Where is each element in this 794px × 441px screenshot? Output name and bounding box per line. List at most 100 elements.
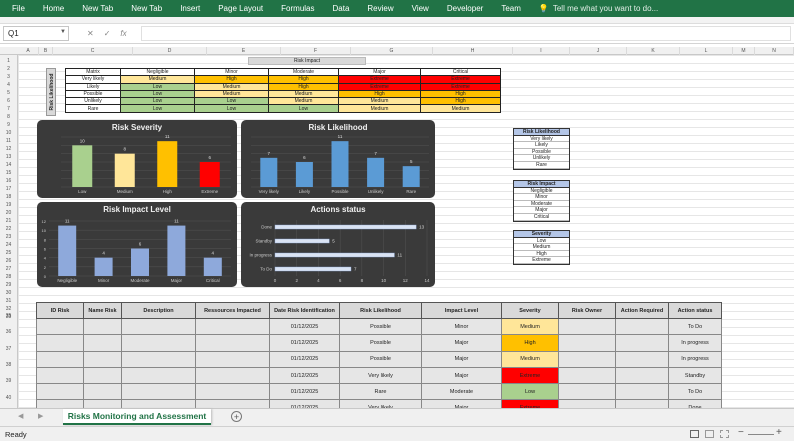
bar[interactable]: [199, 162, 220, 187]
table-cell[interactable]: [558, 317, 616, 336]
page-break-icon[interactable]: [720, 430, 729, 438]
table-cell[interactable]: [36, 350, 84, 368]
normal-view-icon[interactable]: [690, 430, 699, 438]
row-header[interactable]: 13: [0, 154, 17, 160]
table-header-cell[interactable]: Severity: [501, 302, 559, 319]
table-cell[interactable]: Extreme: [501, 366, 559, 385]
bar[interactable]: [274, 238, 330, 244]
matrix-cell[interactable]: Medium: [338, 104, 421, 113]
matrix-header-cell[interactable]: Matrix: [65, 67, 121, 77]
matrix-cell[interactable]: Low: [194, 104, 269, 113]
table-cell[interactable]: [83, 334, 122, 352]
row-header[interactable]: 16: [0, 178, 17, 184]
matrix-cell[interactable]: Extreme: [420, 82, 501, 91]
row-header[interactable]: 28: [0, 274, 17, 280]
row-header[interactable]: 14: [0, 162, 17, 168]
table-cell[interactable]: [121, 317, 196, 336]
bar[interactable]: [331, 141, 349, 187]
zoom-slider[interactable]: [748, 434, 774, 435]
matrix-cell[interactable]: Extreme: [420, 75, 501, 84]
column-header[interactable]: E: [207, 47, 281, 55]
list-item[interactable]: Low: [514, 238, 569, 245]
bar[interactable]: [157, 141, 178, 187]
row-header[interactable]: 2: [0, 66, 17, 72]
column-header[interactable]: I: [513, 47, 570, 55]
table-cell[interactable]: [195, 350, 270, 368]
row-header[interactable]: 10: [0, 130, 17, 136]
matrix-cell[interactable]: Medium: [194, 89, 269, 99]
column-header[interactable]: G: [351, 47, 433, 55]
row-header[interactable]: 22: [0, 226, 17, 232]
table-cell[interactable]: [36, 334, 84, 352]
scroll-left-icon[interactable]: ◀: [18, 412, 23, 420]
row-header[interactable]: 4: [0, 82, 17, 88]
matrix-cell[interactable]: Medium: [268, 97, 339, 106]
table-cell[interactable]: High: [501, 334, 559, 352]
tab-data[interactable]: Data: [333, 4, 350, 13]
column-header[interactable]: F: [281, 47, 351, 55]
table-header-cell[interactable]: Date Risk Identification: [269, 302, 340, 319]
bar[interactable]: [94, 257, 113, 276]
matrix-cell[interactable]: High: [420, 97, 501, 106]
list-item[interactable]: Very likely: [514, 136, 569, 143]
table-header-cell[interactable]: Action Required: [615, 302, 669, 319]
chart-actions-status[interactable]: Actions status 0 2 4 6 8 10 12 14 13 Done 5 Standby 1…: [241, 202, 435, 287]
matrix-cell[interactable]: Low: [120, 104, 195, 113]
tab-file[interactable]: File: [12, 4, 25, 13]
table-cell[interactable]: [558, 383, 616, 401]
chart-risk-severity[interactable]: Risk Severity 10 Low 8 Medium 11 High 6 Extreme: [37, 120, 237, 198]
table-cell[interactable]: Minor: [421, 317, 502, 336]
row-header[interactable]: 37: [0, 346, 17, 352]
matrix-cell[interactable]: Low: [120, 97, 195, 106]
row-header[interactable]: 18: [0, 194, 17, 200]
matrix-header-cell[interactable]: Critical: [420, 67, 501, 77]
bar[interactable]: [58, 225, 77, 276]
row-header[interactable]: 6: [0, 98, 17, 104]
table-cell[interactable]: [615, 350, 669, 368]
function-icon[interactable]: fx: [120, 29, 126, 38]
matrix-cell[interactable]: Very likely: [65, 75, 121, 84]
list-item[interactable]: Possible: [514, 149, 569, 156]
matrix-cell[interactable]: High: [268, 75, 339, 84]
row-header[interactable]: 38: [0, 362, 17, 368]
tab-view[interactable]: View: [412, 4, 429, 13]
tab-home[interactable]: Home: [43, 4, 64, 13]
matrix-header-cell[interactable]: Major: [338, 67, 421, 77]
list-item[interactable]: Moderate: [514, 201, 569, 208]
table-cell[interactable]: [121, 366, 196, 385]
table-header-cell[interactable]: Description: [121, 302, 196, 319]
bar[interactable]: [260, 157, 278, 187]
tab-new-tab-1[interactable]: New Tab: [82, 4, 113, 13]
table-cell[interactable]: [558, 350, 616, 368]
table-cell[interactable]: To Do: [668, 383, 722, 401]
row-header[interactable]: 35: [0, 313, 17, 319]
column-header[interactable]: B: [39, 47, 53, 55]
table-cell[interactable]: [558, 334, 616, 352]
column-header[interactable]: N: [755, 47, 794, 55]
column-header[interactable]: C: [53, 47, 133, 55]
table-cell[interactable]: Possible: [339, 317, 422, 336]
matrix-cell[interactable]: High: [194, 75, 269, 84]
table-cell[interactable]: [83, 317, 122, 336]
zoom-in-icon[interactable]: +: [776, 427, 782, 438]
table-cell[interactable]: [615, 383, 669, 401]
matrix-cell[interactable]: Rare: [65, 104, 121, 113]
scroll-right-icon[interactable]: ▶: [38, 412, 43, 420]
matrix-cell[interactable]: High: [420, 89, 501, 99]
matrix-header-cell[interactable]: Minor: [194, 67, 269, 77]
list-item[interactable]: Negligible: [514, 188, 569, 195]
zoom-out-icon[interactable]: −: [738, 427, 744, 438]
bar[interactable]: [367, 157, 385, 187]
matrix-cell[interactable]: Low: [194, 97, 269, 106]
row-header[interactable]: 24: [0, 242, 17, 248]
tab-team[interactable]: Team: [501, 4, 521, 13]
table-cell[interactable]: [195, 334, 270, 352]
table-cell[interactable]: [615, 317, 669, 336]
column-header[interactable]: M: [733, 47, 755, 55]
enter-icon[interactable]: ✓: [104, 29, 111, 38]
table-cell[interactable]: [83, 350, 122, 368]
table-cell[interactable]: [615, 366, 669, 385]
matrix-header-cell[interactable]: Moderate: [268, 67, 339, 77]
bar[interactable]: [167, 225, 186, 276]
table-cell[interactable]: Moderate: [421, 383, 502, 401]
